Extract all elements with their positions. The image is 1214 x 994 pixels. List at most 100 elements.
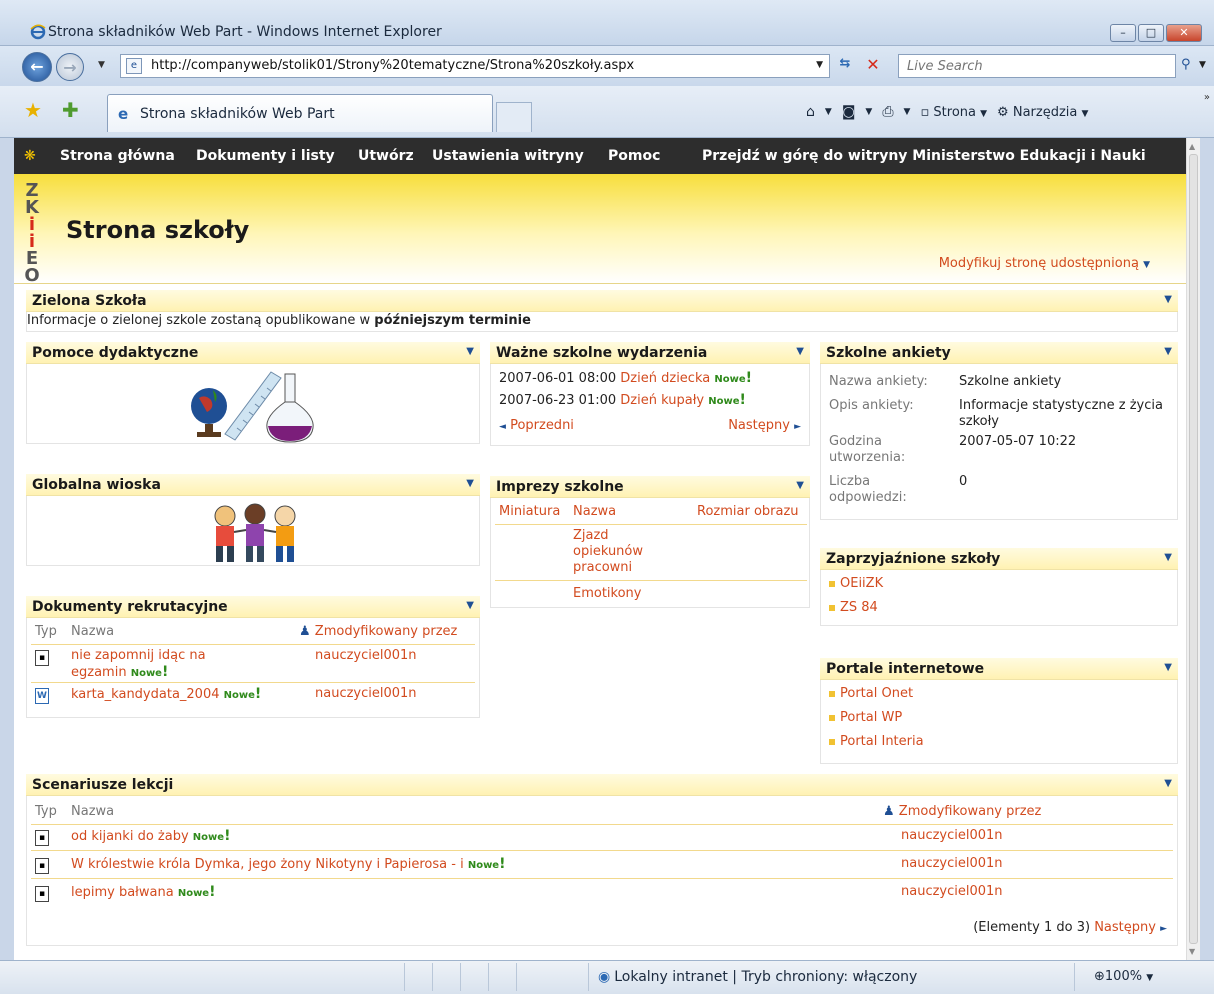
- nav-home[interactable]: Strona główna: [60, 148, 175, 164]
- minimize-button[interactable]: –: [1110, 24, 1136, 42]
- event-link[interactable]: Dzień dziecka: [620, 371, 710, 386]
- next-arrow-icon: ►: [794, 422, 801, 432]
- lesson-link[interactable]: od kijanki do żaby Nowe!: [71, 828, 230, 844]
- webpart-wydarzenia: Ważne szkolne wydarzenia ▼ 2007-06-01 08:…: [490, 342, 810, 446]
- paging-next-link[interactable]: Następny: [1094, 920, 1156, 935]
- back-button[interactable]: ←: [22, 52, 52, 82]
- history-dropdown-icon[interactable]: ▼: [98, 60, 105, 70]
- survey-label: Godzina utworzenia:: [829, 434, 906, 465]
- column-header-type[interactable]: Typ: [35, 804, 57, 819]
- address-url[interactable]: http://companyweb/stolik01/Strony%20tema…: [151, 58, 634, 73]
- webpart-menu-icon[interactable]: ▼: [796, 346, 804, 357]
- search-input[interactable]: [905, 56, 1135, 76]
- column-header-modified[interactable]: ♟ Zmodyfikowany przez: [299, 624, 457, 639]
- next-link[interactable]: Następny ►: [728, 418, 801, 433]
- forward-button[interactable]: →: [56, 53, 84, 81]
- doc-link[interactable]: nie zapomnij idąc na: [71, 648, 206, 663]
- webpart-menu-icon[interactable]: ▼: [466, 600, 474, 611]
- page-menu[interactable]: ▫ Strona ▼: [920, 105, 987, 120]
- author-link[interactable]: nauczyciel001n: [315, 648, 417, 663]
- stop-icon[interactable]: ✕: [862, 55, 884, 75]
- webpart-title: Zielona Szkoła: [32, 293, 147, 309]
- nav-create[interactable]: Utwórz: [358, 148, 414, 164]
- search-field[interactable]: [898, 54, 1176, 78]
- refresh-icon[interactable]: ⇆: [834, 56, 856, 76]
- column-header-size[interactable]: Rozmiar obrazu: [697, 504, 799, 519]
- zoom-dropdown-icon: ▼: [1146, 973, 1154, 983]
- tools-menu-label: Narzędzia: [1012, 104, 1078, 120]
- webpart-zielona-szkola: Zielona Szkoła ▼ Informacje o zielonej sz…: [26, 290, 1178, 332]
- portal-link[interactable]: Portal WP: [829, 710, 902, 725]
- feeds-icon[interactable]: ◙: [842, 104, 856, 120]
- favorites-star-icon[interactable]: ★: [24, 98, 42, 122]
- portal-link[interactable]: Portal Onet: [829, 686, 913, 701]
- lesson-link[interactable]: lepimy bałwana Nowe!: [71, 884, 215, 900]
- page-title: Strona szkoły: [66, 216, 250, 244]
- event-item-link[interactable]: Emotikony: [573, 586, 642, 601]
- nav-documents[interactable]: Dokumenty i listy: [196, 148, 335, 164]
- new-tab-button[interactable]: [496, 102, 532, 132]
- webpart-menu-icon[interactable]: ▼: [1164, 662, 1172, 673]
- add-favorite-icon[interactable]: ✚: [62, 98, 79, 122]
- webpart-scenariusze: Scenariusze lekcji ▼ Typ Nazwa ♟ Zmodyfik…: [26, 774, 1178, 946]
- scrollbar-thumb[interactable]: [1189, 154, 1198, 944]
- webpart-title: Globalna wioska: [32, 477, 161, 493]
- paging: (Elementy 1 do 3) Następny ►: [973, 920, 1167, 935]
- doc-link-cont[interactable]: egzamin Nowe!: [71, 664, 168, 680]
- friend-school-link[interactable]: ZS 84: [829, 600, 878, 615]
- column-header-thumbnail[interactable]: Miniatura: [499, 504, 560, 519]
- address-field[interactable]: e http://companyweb/stolik01/Strony%20te…: [120, 54, 830, 78]
- tab-active[interactable]: e Strona składników Web Part: [107, 94, 493, 132]
- nav-up-link[interactable]: Przejdź w górę do witryny Ministerstwo E…: [702, 148, 1146, 164]
- security-zone[interactable]: ◉ Lokalny intranet | Tryb chroniony: włąc…: [598, 969, 917, 985]
- zoom-level[interactable]: ⊕100% ▼: [1094, 969, 1153, 984]
- feeds-dropdown-icon[interactable]: ▼: [865, 107, 872, 117]
- webpart-title: Dokumenty rekrutacyjne: [32, 599, 228, 615]
- webpart-dokumenty: Dokumenty rekrutacyjne ▼ Typ Nazwa ♟ Zmod…: [26, 596, 480, 718]
- author-link[interactable]: nauczyciel001n: [901, 884, 1003, 899]
- home-dropdown-icon[interactable]: ▼: [825, 107, 832, 117]
- doc-link[interactable]: karta_kandydata_2004 Nowe!: [71, 686, 261, 702]
- vertical-scrollbar[interactable]: ▲ ▼: [1186, 138, 1200, 960]
- webpart-menu-icon[interactable]: ▼: [1164, 778, 1172, 789]
- webpart-title: Imprezy szkolne: [496, 479, 624, 495]
- column-header-name[interactable]: Nazwa: [71, 804, 114, 819]
- column-header-modified[interactable]: ♟ Zmodyfikowany przez: [883, 804, 1041, 819]
- column-header-name[interactable]: Nazwa: [573, 504, 616, 519]
- author-link[interactable]: nauczyciel001n: [901, 856, 1003, 871]
- lesson-link[interactable]: W królestwie króla Dymka, jego żony Niko…: [71, 856, 505, 872]
- maximize-button[interactable]: □: [1138, 24, 1164, 42]
- previous-link[interactable]: ◄ Poprzedni: [499, 418, 574, 433]
- print-icon[interactable]: ⎙: [882, 104, 893, 120]
- column-header-name[interactable]: Nazwa: [71, 624, 114, 639]
- address-dropdown-icon[interactable]: ▼: [816, 60, 823, 70]
- search-options-icon[interactable]: ▼: [1199, 60, 1206, 70]
- webpart-menu-icon[interactable]: ▼: [466, 478, 474, 489]
- scroll-down-icon: ▼: [1189, 947, 1196, 956]
- tools-menu[interactable]: ⚙ Narzędzia ▼: [997, 105, 1088, 120]
- webpart-menu-icon[interactable]: ▼: [796, 480, 804, 491]
- print-dropdown-icon[interactable]: ▼: [904, 107, 911, 117]
- webpart-menu-icon[interactable]: ▼: [1164, 294, 1172, 305]
- nav-site-settings[interactable]: Ustawienia witryny: [432, 148, 584, 164]
- webpart-menu-icon[interactable]: ▼: [466, 346, 474, 357]
- modify-shared-page-link[interactable]: Modyfikuj stronę udostępnioną ▼: [939, 256, 1150, 271]
- document-icon: ▪: [35, 650, 49, 666]
- friend-school-link[interactable]: OEiiZK: [829, 576, 883, 591]
- event-item-link[interactable]: Zjazd opiekunów pracowni: [573, 528, 643, 576]
- prev-arrow-icon: ◄: [499, 422, 506, 432]
- close-button[interactable]: ✕: [1166, 24, 1202, 42]
- home-icon[interactable]: ⌂: [806, 104, 815, 120]
- ie-tab-icon: e: [118, 105, 129, 123]
- search-icon[interactable]: ⚲: [1181, 57, 1191, 72]
- webpart-menu-icon[interactable]: ▼: [1164, 346, 1172, 357]
- portal-link[interactable]: Portal Interia: [829, 734, 924, 749]
- more-chevron-icon[interactable]: »: [1204, 92, 1210, 103]
- webpart-menu-icon[interactable]: ▼: [1164, 552, 1172, 563]
- column-header-type[interactable]: Typ: [35, 624, 57, 639]
- event-link[interactable]: Dzień kupały: [620, 393, 704, 408]
- author-link[interactable]: nauczyciel001n: [315, 686, 417, 701]
- author-link[interactable]: nauczyciel001n: [901, 828, 1003, 843]
- tab-toolbar: ★ ✚ e Strona składników Web Part ⌂ ▼ ◙ ▼ ⎙…: [0, 86, 1214, 138]
- nav-help[interactable]: Pomoc: [608, 148, 660, 164]
